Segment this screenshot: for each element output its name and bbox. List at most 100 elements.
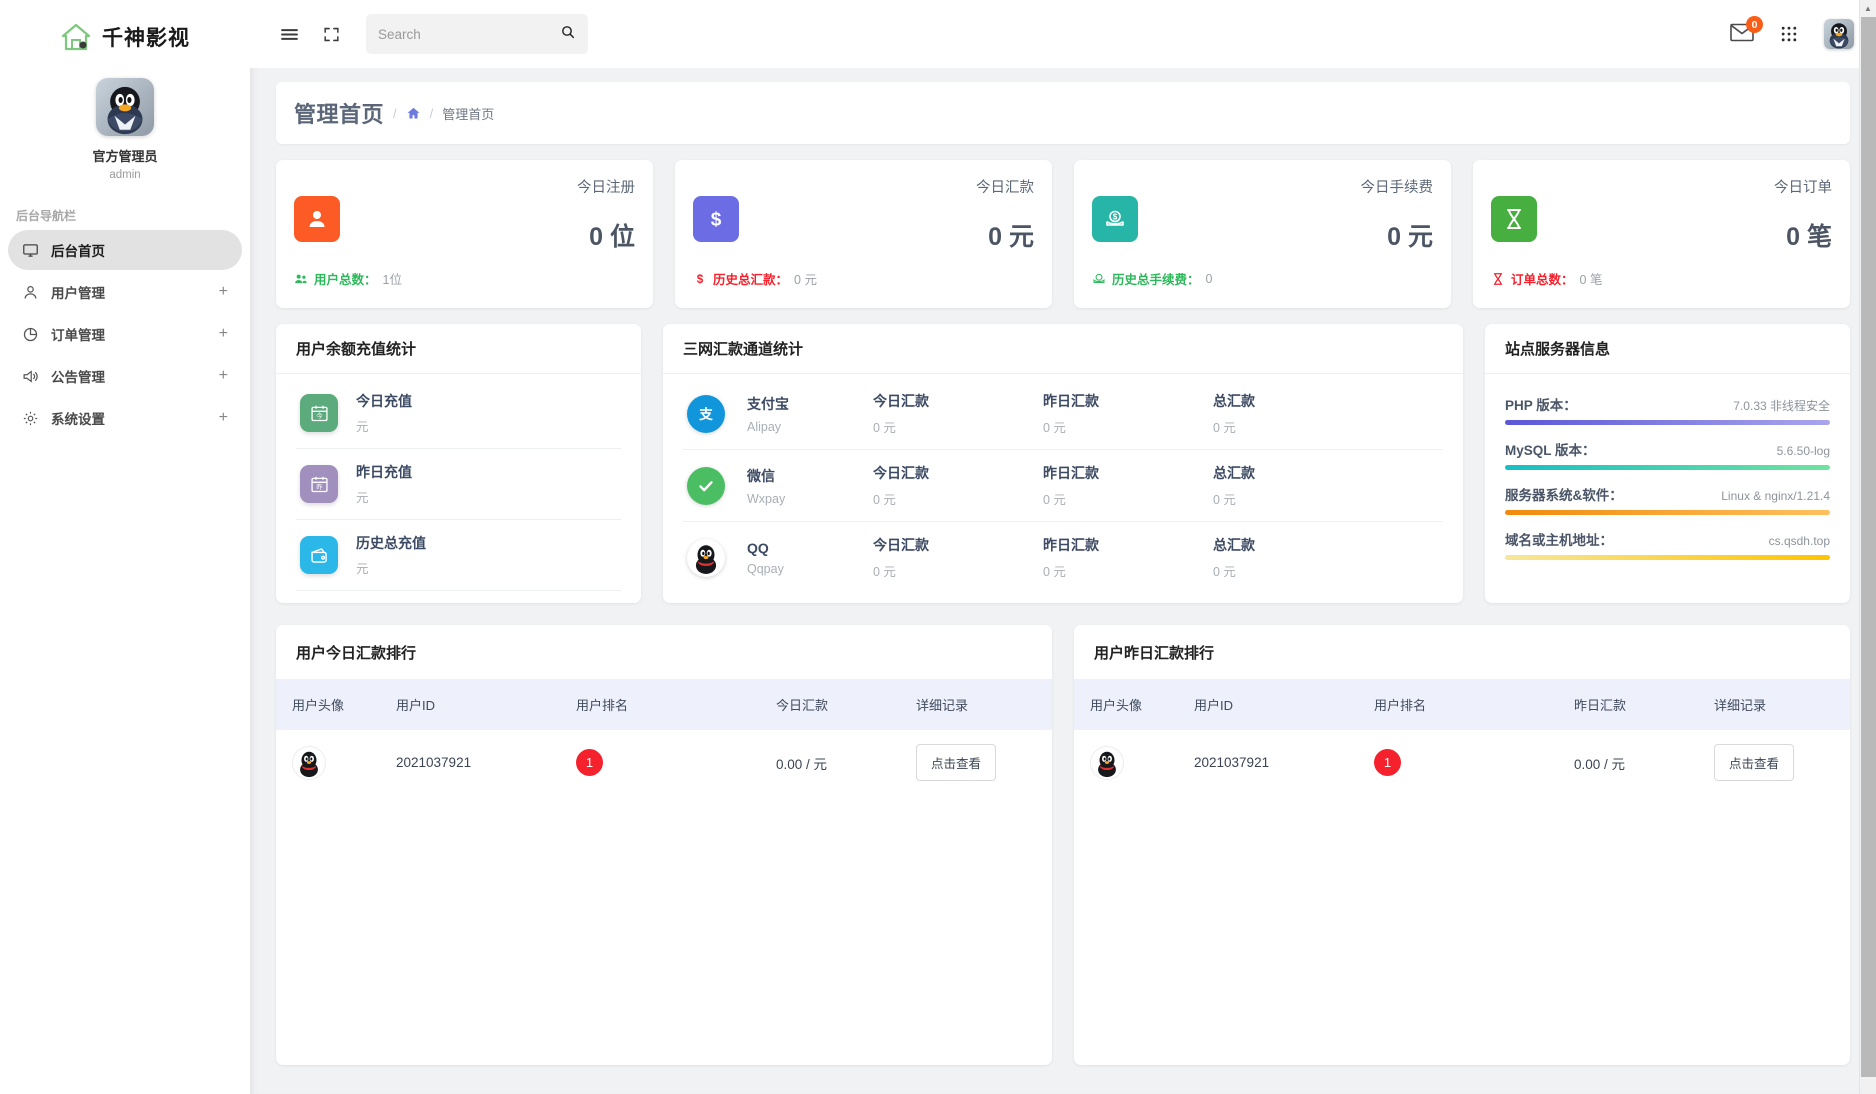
server-info-panel: 站点服务器信息 PHP 版本： 7.0.33 非线程安全 MySQL 版本： [1485,324,1850,603]
list-item: 服务器系统&软件： Linux & nginx/1.21.4 [1505,474,1830,519]
column-header: 昨日汇款 [1574,679,1714,730]
money-coin-icon: $ [1092,196,1138,242]
table-row: QQ Qqpay 今日汇款 0 元 昨日汇款 0 元 [683,522,1443,593]
channel-cell-value: 0 元 [1213,489,1383,508]
mail-button[interactable]: 0 [1730,23,1754,45]
list-item[interactable]: 昨 昨日充值 元 [296,449,621,520]
hamburger-icon[interactable] [276,21,302,47]
stat-label: 今日汇款 [976,176,1034,197]
list-item: MySQL 版本： 5.6.50-log [1505,429,1830,474]
search-box[interactable] [366,14,588,54]
stat-foot-label: 订单总数： [1511,269,1574,288]
rank-badge: 1 [576,749,603,776]
panel-title: 用户今日汇款排行 [276,625,1052,679]
expand-icon[interactable]: + [219,368,228,384]
progress-bar [1505,510,1830,515]
view-detail-button[interactable]: 点击查看 [1714,744,1794,781]
qq-penguin-avatar [292,746,326,780]
wechat-check-icon [687,467,725,505]
cell-avatar [1074,730,1194,795]
topbar-avatar[interactable] [1824,19,1854,49]
svg-text:$: $ [711,210,722,231]
sidebar-item-label: 用户管理 [51,282,207,302]
sidebar-item-settings[interactable]: 系统设置 + [8,398,242,438]
qq-penguin-avatar [1824,19,1854,49]
breadcrumb-home-icon[interactable] [406,106,421,121]
users-icon [294,272,308,286]
panel-title: 站点服务器信息 [1485,324,1850,374]
channel-cell-label: 昨日汇款 [1043,535,1213,555]
user-icon [22,284,39,301]
sidebar-nav: 后台首页 用户管理 + 订单管理 + [0,230,250,438]
qq-penguin-avatar [97,79,153,135]
progress-bar [1505,465,1830,470]
panel-title: 用户昨日汇款排行 [1074,625,1850,679]
channel-cell-value: 0 元 [1213,561,1383,580]
svg-text:支: 支 [698,406,713,422]
sidebar-item-users[interactable]: 用户管理 + [8,272,242,312]
search-icon[interactable] [560,24,576,45]
channel-cell-label: 总汇款 [1213,463,1383,483]
wallet-icon [300,536,338,574]
rank-yesterday-table: 用户头像 用户ID 用户排名 昨日汇款 详细记录 [1074,679,1850,795]
topbar-actions: 0 [1730,19,1854,49]
stat-card-registrations: 今日注册 0 位 用户总数： 1位 [276,160,653,308]
channel-sub: Qqpay [747,562,873,576]
nav-section-title: 后台导航栏 [16,207,250,224]
expand-icon[interactable]: + [219,284,228,300]
hourglass-icon [1491,196,1537,242]
table-row: 2021037921 1 0.00 / 元 点击查看 [276,730,1052,795]
server-label: MySQL 版本： [1505,439,1596,459]
list-item[interactable]: 今 今日充值 元 [296,378,621,449]
rank-today-panel: 用户今日汇款排行 用户头像 用户ID 用户排名 今日汇款 详细记录 [276,625,1052,1065]
column-header: 用户ID [396,679,576,730]
balance-label: 昨日充值 [356,462,412,482]
view-detail-button[interactable]: 点击查看 [916,744,996,781]
pie-chart-icon [22,326,39,343]
sidebar-item-announcements[interactable]: 公告管理 + [8,356,242,396]
page-title: 管理首页 [294,97,384,129]
channel-panel: 三网汇款通道统计 支 支付宝 Alipay 今日汇款 [663,324,1463,603]
cell-rank: 1 [576,730,776,795]
channel-cell-value: 0 元 [873,417,1043,436]
apps-grid-icon[interactable] [1776,21,1802,47]
column-header: 用户ID [1194,679,1374,730]
page-header-card: 管理首页 / / 管理首页 [276,82,1850,144]
ranking-row: 用户今日汇款排行 用户头像 用户ID 用户排名 今日汇款 详细记录 [250,625,1876,1065]
balance-panel: 用户余额充值统计 今 今日充值 元 [276,324,641,603]
brand[interactable]: 千神影视 [0,0,250,68]
channel-name: QQ [747,540,873,556]
stat-foot-label: 用户总数： [314,269,377,288]
scroll-up-arrow[interactable]: ▲ [1860,0,1876,17]
expand-icon[interactable]: + [219,410,228,426]
breadcrumb-separator: / [430,106,434,121]
expand-icon[interactable]: + [219,326,228,342]
cell-action: 点击查看 [916,730,1052,795]
page-scrollbar[interactable]: ▲ [1859,0,1876,1094]
scrollbar-thumb[interactable] [1861,17,1876,1077]
stat-card-fee: $ 今日手续费 0 元 历史总手续费： [1074,160,1451,308]
megaphone-icon [22,368,39,385]
sidebar-item-orders[interactable]: 订单管理 + [8,314,242,354]
list-item[interactable]: 历史总充值 元 [296,520,621,591]
channel-cell-label: 今日汇款 [873,535,1043,555]
avatar[interactable] [96,78,154,136]
balance-value: 元 [356,416,412,435]
svg-text:$: $ [697,273,704,286]
channel-cell-label: 今日汇款 [873,391,1043,411]
search-input[interactable] [378,27,560,42]
fullscreen-icon[interactable] [318,21,344,47]
stat-value: 0 位 [577,217,635,253]
list-item: PHP 版本： 7.0.33 非线程安全 [1505,384,1830,429]
sidebar-item-dashboard[interactable]: 后台首页 [8,230,242,270]
progress-bar [1505,420,1830,425]
alipay-icon: 支 [687,395,725,433]
channel-cell-label: 总汇款 [1213,391,1383,411]
user-solid-icon [294,196,340,242]
server-label: PHP 版本： [1505,394,1577,414]
channel-cell-value: 0 元 [1043,561,1213,580]
cell-amount: 0.00 / 元 [1574,730,1714,795]
sidebar-item-label: 订单管理 [51,324,207,344]
mail-badge: 0 [1746,16,1763,33]
breadcrumb-current: 管理首页 [442,104,494,123]
